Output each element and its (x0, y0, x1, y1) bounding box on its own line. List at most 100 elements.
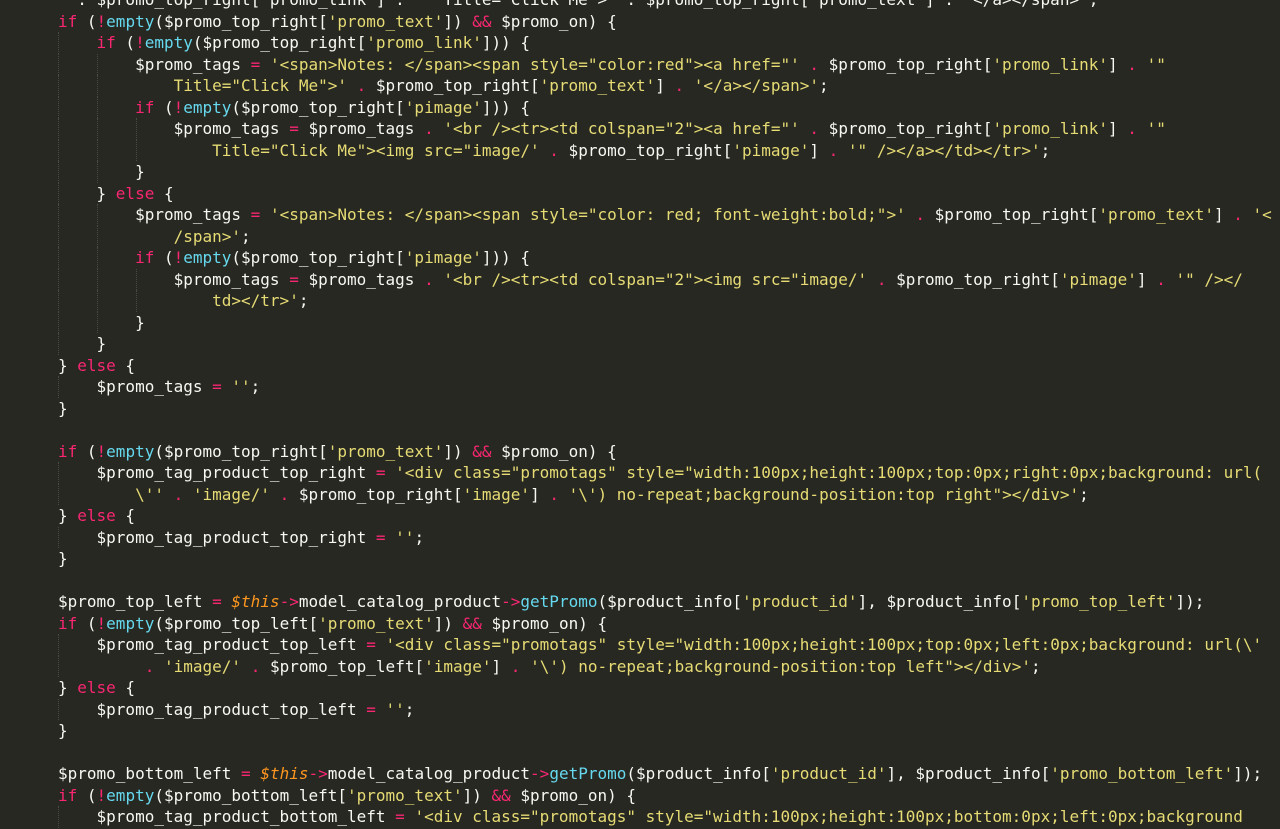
code-token: $promo_tags (298, 269, 425, 289)
keyword-token: . (356, 76, 367, 95)
keyword-token: . (828, 140, 839, 160)
code-token: $promo_tags (135, 205, 251, 224)
indent-guide (58, 118, 59, 140)
code-lines[interactable]: " . $promo_top_right['promo_link'] . "" … (0, 0, 1272, 828)
code-line[interactable]: $promo_tag_product_top_left = ''; (0, 698, 1272, 720)
keyword-token: && (472, 441, 492, 461)
indent-guide (136, 139, 137, 161)
keyword-token: = (366, 699, 376, 719)
code-line[interactable]: Title="Click Me">' . $promo_top_right['p… (0, 75, 1272, 97)
code-token: ; (414, 527, 425, 547)
code-line[interactable] (0, 570, 1272, 592)
code-token: { (115, 678, 136, 697)
code-line[interactable]: $promo_tags = $promo_tags . '<br /><tr><… (0, 268, 1272, 290)
code-line[interactable]: $promo_tags = '<span>Notes: </span><span… (0, 53, 1272, 75)
indent-guide (58, 290, 59, 312)
code-line[interactable]: $promo_tags = '<span>Notes: </span><span… (0, 204, 1272, 226)
code-line[interactable]: $promo_top_left = $this->model_catalog_p… (0, 591, 1272, 613)
code-token: $promo_tags (173, 269, 290, 289)
keyword-token: if (58, 11, 78, 31)
code-line[interactable]: } (0, 161, 1272, 183)
code-line[interactable]: if (!empty($promo_top_left['promo_text']… (0, 613, 1272, 635)
code-token: $promo_on) { (491, 441, 617, 461)
keyword-token: if (58, 613, 78, 633)
keyword-token: . (1233, 205, 1243, 224)
code-line[interactable]: if (!empty($promo_top_right['promo_text'… (0, 441, 1272, 463)
code-token: ] (491, 656, 511, 676)
code-line[interactable]: } (0, 311, 1272, 333)
keyword-token: = (241, 764, 251, 783)
indent-guide (58, 333, 59, 355)
indent-guide (58, 225, 59, 247)
keyword-token: = (289, 119, 299, 138)
code-line[interactable]: \'' . 'image/' . $promo_top_right['image… (0, 483, 1272, 505)
string-token: 'image/' (192, 484, 270, 504)
code-line[interactable]: } else { (0, 182, 1272, 204)
string-token: 'image' (462, 484, 531, 504)
code-line[interactable] (0, 419, 1272, 441)
string-token: '<br /><tr><td colspan="2"><img src="ima… (443, 269, 868, 289)
code-token: $promo_on) { (491, 11, 617, 31)
code-line[interactable]: . 'image/' . $promo_top_left['image'] . … (0, 655, 1272, 677)
code-line[interactable] (0, 742, 1272, 764)
code-line[interactable]: $promo_tag_product_top_right = ''; (0, 526, 1272, 548)
code-line[interactable]: $promo_tag_product_top_right = '<div cla… (0, 462, 1272, 484)
keyword-token: = (395, 807, 405, 826)
indent-guide (97, 268, 98, 290)
code-editor[interactable]: " . $promo_top_right['promo_link'] . "" … (0, 0, 1280, 829)
code-line[interactable]: " . $promo_top_right['promo_link'] . "" … (0, 0, 1272, 11)
keyword-token: = (250, 54, 261, 74)
code-token: ( (77, 11, 97, 31)
keyword-token: if (96, 33, 116, 52)
variable-token: $this (231, 592, 280, 611)
indent-guide (58, 376, 59, 398)
keyword-token: else (77, 678, 116, 697)
code-line[interactable]: } else { (0, 505, 1272, 527)
code-line[interactable]: $promo_tags = $promo_tags . '<br /><tr><… (0, 118, 1272, 140)
code-line[interactable]: } (0, 333, 1272, 355)
code-token: ($product_info[ (597, 592, 742, 611)
code-token: $promo_tags (173, 119, 290, 138)
string-token: '" /></a></td></tr>' (847, 140, 1041, 160)
code-line[interactable]: } else { (0, 677, 1272, 699)
code-line[interactable]: if (!empty($promo_top_right['promo_link'… (0, 32, 1272, 54)
code-token: $promo_top_right[ (819, 119, 993, 138)
code-token: ; (298, 291, 309, 310)
string-token: /span>' (173, 226, 242, 246)
string-token: 'promo_text' (318, 613, 434, 633)
code-line[interactable]: /span>'; (0, 225, 1272, 247)
code-token: ; (250, 377, 261, 396)
code-line[interactable]: $promo_tag_product_top_left = '<div clas… (0, 634, 1272, 656)
code-line[interactable]: if (!empty($promo_bottom_left['promo_tex… (0, 785, 1272, 807)
code-token: ($promo_top_right[ (231, 97, 405, 117)
indent-guide (58, 75, 59, 97)
string-token: '' (385, 699, 405, 719)
string-token: Title="Click Me">' (173, 76, 347, 95)
code-line[interactable]: if (!empty($promo_top_right['pimage'])) … (0, 96, 1272, 118)
string-token: 'promo_text' (1098, 205, 1214, 224)
code-line[interactable]: $promo_tags = ''; (0, 376, 1272, 398)
keyword-token: ! (135, 33, 145, 52)
code-line[interactable]: } (0, 548, 1272, 570)
code-line[interactable]: td></tr>'; (0, 290, 1272, 312)
code-token: ; (819, 76, 829, 95)
code-line[interactable]: } (0, 398, 1272, 420)
code-line[interactable]: $promo_tag_product_bottom_left = '<div c… (0, 806, 1272, 828)
code-token: $promo_tags (96, 377, 213, 396)
code-token: { (115, 355, 136, 375)
code-line[interactable]: } else { (0, 355, 1272, 377)
code-line[interactable]: if (!empty($promo_top_right['pimage'])) … (0, 247, 1272, 269)
code-line[interactable]: } (0, 720, 1272, 742)
code-token: ($promo_top_right[ (231, 248, 405, 267)
code-line[interactable]: Title="Click Me"><img src="image/' . $pr… (0, 139, 1272, 161)
code-line[interactable]: if (!empty($promo_top_right['promo_text'… (0, 11, 1272, 33)
code-line[interactable]: $promo_bottom_left = $this->model_catalo… (0, 763, 1272, 785)
keyword-token: . (809, 54, 820, 74)
